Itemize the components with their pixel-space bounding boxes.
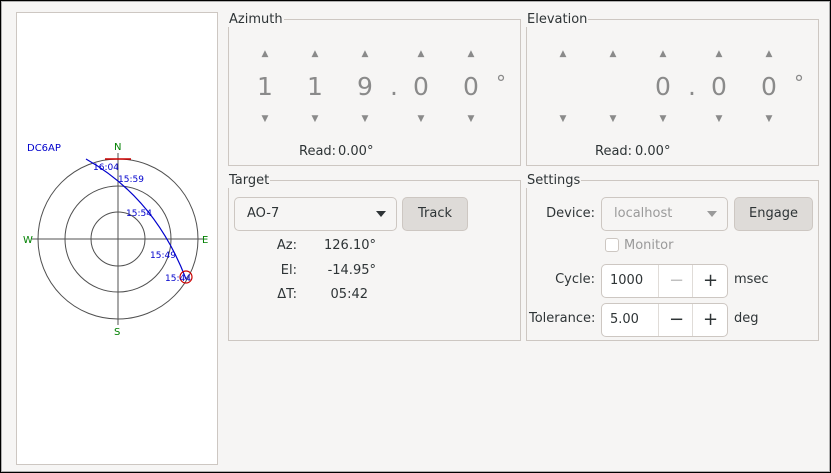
chevron-down-icon [376,211,386,217]
monitor-checkbox[interactable] [605,238,619,252]
elevation-digit-down-arrow-icon[interactable]: ▼ [709,114,729,124]
target-frame: AO-7 Track Az: 126.10° El: -14.95° ΔT: 0… [228,180,521,341]
cycle-spinbutton[interactable]: 1000 − + [601,264,728,298]
polar-plot-svg: DC6AP N S E W 16:04 15:59 15:54 15:49 15… [23,142,208,338]
az-label: Az: [276,238,297,253]
azimuth-digit: . [390,72,398,101]
elevation-digit: ° [794,71,804,95]
elevation-digit-up-arrow-icon[interactable]: ▲ [759,49,779,59]
cycle-decrement-button[interactable]: − [658,265,694,297]
azimuth-digit: 0 [463,72,479,101]
delta-t-value: 05:42 [330,287,368,302]
azimuth-digit-down-arrow-icon[interactable]: ▼ [355,114,375,124]
azimuth-read-label: Read: [299,144,337,159]
azimuth-digit-down-arrow-icon[interactable]: ▼ [461,114,481,124]
elevation-digit: 0 [655,72,671,101]
station-label: DC6AP [27,143,61,154]
el-label: El: [280,263,297,278]
pass-time-label: 16:04 [93,163,119,173]
cycle-increment-button[interactable]: + [692,265,728,297]
device-label: Device: [546,206,595,221]
engage-button[interactable]: Engage [734,197,813,231]
tolerance-unit: deg [734,311,759,326]
device-combo-value: localhost [614,206,673,221]
tolerance-decrement-button[interactable]: − [658,304,694,336]
elevation-digit: 0 [711,72,727,101]
pass-time-label: 15:49 [150,251,176,261]
tolerance-spinbutton[interactable]: 5.00 − + [601,303,728,337]
tolerance-increment-button[interactable]: + [692,304,728,336]
settings-title: Settings [526,173,582,188]
azimuth-digit-up-arrow-icon[interactable]: ▲ [255,49,275,59]
cycle-label: Cycle: [555,272,595,287]
tolerance-label: Tolerance: [529,311,596,326]
elevation-digit-down-arrow-icon[interactable]: ▼ [759,114,779,124]
azimuth-digit-up-arrow-icon[interactable]: ▲ [461,49,481,59]
monitor-label: Monitor [624,238,674,253]
elevation-digit-down-arrow-icon[interactable]: ▼ [553,114,573,124]
azimuth-digit-up-arrow-icon[interactable]: ▲ [411,49,431,59]
track-button[interactable]: Track [402,197,468,231]
azimuth-digit-down-arrow-icon[interactable]: ▼ [411,114,431,124]
elevation-read-value: 0.00° [635,144,671,159]
elevation-digit-up-arrow-icon[interactable]: ▲ [553,49,573,59]
elevation-digit: . [688,72,696,101]
settings-frame: Device: localhost Engage Monitor Cycle: … [526,180,819,341]
elevation-digit-up-arrow-icon[interactable]: ▲ [709,49,729,59]
satellite-combo-value: AO-7 [247,206,280,221]
elevation-digit-down-arrow-icon[interactable]: ▼ [653,114,673,124]
azimuth-read-value: 0.00° [338,144,374,159]
elevation-read-label: Read: [595,144,633,159]
az-value: 126.10° [324,238,376,253]
azimuth-frame: ▲ ▼ 1 ▲ ▼ 1 ▲ ▼ 9. ▲ ▼ 0 ▲ ▼ 0 ° Read: 0.00° [228,19,521,166]
compass-east-label: E [202,235,208,246]
target-title: Target [228,173,271,188]
elevation-digit-down-arrow-icon[interactable]: ▼ [603,114,623,124]
azimuth-digit: 0 [413,72,429,101]
tolerance-value: 5.00 [610,312,639,327]
pass-time-label: 15:44 [165,274,191,284]
compass-south-label: S [114,327,120,338]
delta-t-label: ΔT: [277,287,297,302]
el-value: -14.95° [327,263,376,278]
compass-west-label: W [23,235,33,246]
polar-plot: DC6AP N S E W 16:04 15:59 15:54 15:49 15… [16,12,218,465]
cycle-value: 1000 [610,273,644,288]
pass-time-label: 15:54 [126,209,152,219]
chevron-down-icon [707,211,717,217]
compass-north-label: N [114,142,121,153]
azimuth-digit-down-arrow-icon[interactable]: ▼ [255,114,275,124]
elevation-digit: 0 [761,72,777,101]
device-combo[interactable]: localhost [601,197,728,231]
azimuth-digit: ° [496,71,506,95]
elevation-digit-up-arrow-icon[interactable]: ▲ [653,49,673,59]
elevation-digit-up-arrow-icon[interactable]: ▲ [603,49,623,59]
azimuth-digit-down-arrow-icon[interactable]: ▼ [305,114,325,124]
azimuth-digit-up-arrow-icon[interactable]: ▲ [355,49,375,59]
azimuth-digit-up-arrow-icon[interactable]: ▲ [305,49,325,59]
azimuth-digit: 9 [357,72,373,101]
elevation-frame: ▲ ▼ ▲ ▼ ▲ ▼ 0. ▲ ▼ 0 ▲ ▼ 0 ° Read: 0.00° [526,19,819,166]
pass-time-label: 15:59 [118,175,144,185]
cycle-unit: msec [734,272,769,287]
satellite-combo[interactable]: AO-7 [234,197,397,231]
main-window: DC6AP N S E W 16:04 15:59 15:54 15:49 15… [1,1,830,472]
azimuth-digit: 1 [307,72,323,101]
azimuth-digit: 1 [257,72,273,101]
elevation-title: Elevation [526,12,589,27]
azimuth-title: Azimuth [228,12,284,27]
